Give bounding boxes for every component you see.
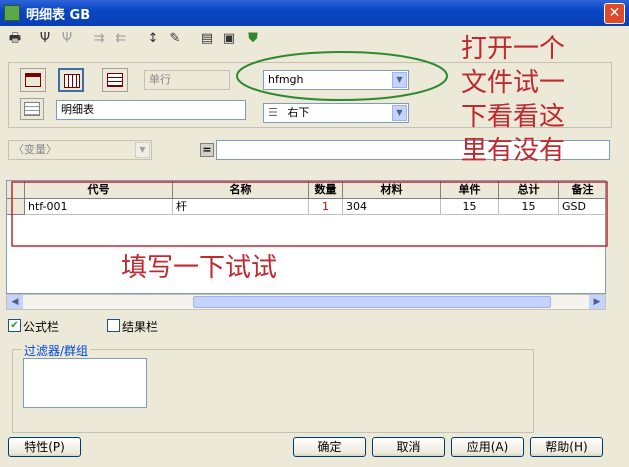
annotation-note-fill: 填写一下试试 — [121, 253, 278, 283]
annotation-rectangle — [11, 181, 608, 247]
annotation-oval — [236, 51, 448, 101]
annotation-note-file: 打开一个 文件试一 下看看这 里有没有 — [461, 34, 566, 166]
